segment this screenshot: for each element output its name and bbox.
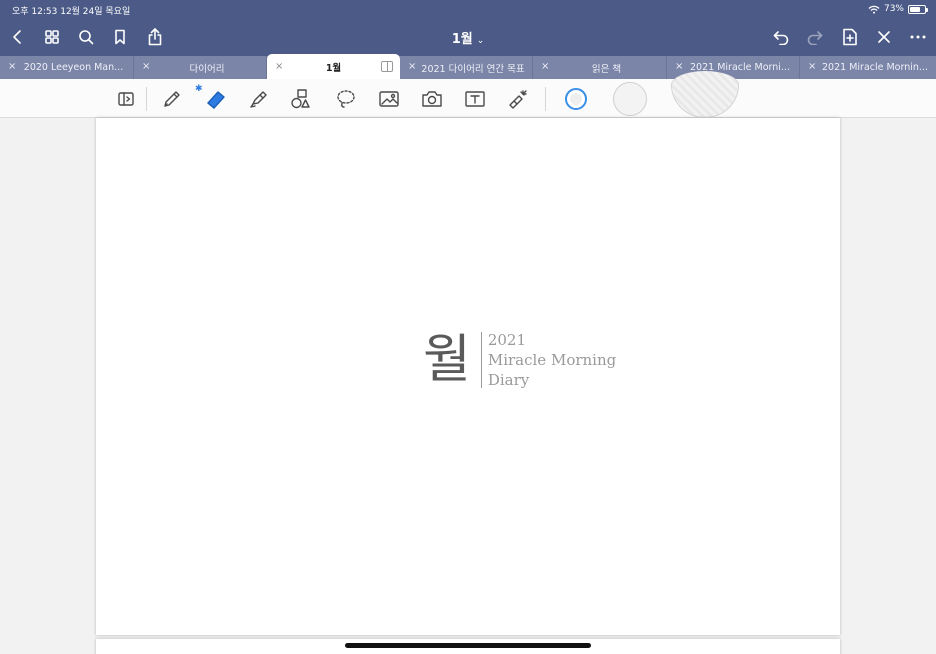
tab-close-icon[interactable]: × xyxy=(408,61,416,72)
nav-bar: 1월 ⌄ xyxy=(0,22,936,52)
tab-close-icon[interactable]: × xyxy=(275,61,283,72)
tab-bar: × 2020 Leeyeon Man... × 다이어리 × 1월 × 2021… xyxy=(0,54,936,79)
status-bar: 오후 12:53 12월 24일 목요일 73% xyxy=(0,0,936,18)
battery-icon xyxy=(908,4,928,14)
logo-text: 2021 Miracle Morning Diary xyxy=(488,330,616,390)
battery-percent: 73% xyxy=(883,4,904,14)
lasso-icon xyxy=(337,90,355,108)
undo-button[interactable] xyxy=(769,25,793,49)
chevron-left-icon xyxy=(13,30,21,44)
search-icon xyxy=(79,30,94,45)
eraser-size-small[interactable] xyxy=(565,88,587,110)
tab-label: 2021 다이어리 연간 목표 xyxy=(421,63,525,75)
tab-label: 2021 Miracle Morni... xyxy=(690,62,790,73)
add-page-button[interactable] xyxy=(838,25,862,49)
shape-tool[interactable] xyxy=(290,87,314,111)
tab-0[interactable]: × 2020 Leeyeon Man... xyxy=(0,56,134,79)
toolbar-divider xyxy=(146,87,147,111)
tab-label: 2021 Miracle Mornin... xyxy=(822,62,928,73)
bookmark-button[interactable] xyxy=(108,25,132,49)
logo-year: 2021 xyxy=(487,331,527,349)
more-icon xyxy=(910,35,926,39)
tab-4[interactable]: × 읽은 책 xyxy=(533,56,667,79)
tab-close-icon[interactable]: × xyxy=(142,61,150,72)
tab-close-icon[interactable]: × xyxy=(8,61,16,72)
shapes-icon xyxy=(291,89,310,109)
split-view-icon[interactable] xyxy=(381,61,393,72)
read-only-toggle-button[interactable] xyxy=(114,87,138,111)
redo-icon xyxy=(807,31,823,45)
size-swatch xyxy=(570,93,582,105)
image-icon xyxy=(379,91,399,107)
battery-fill xyxy=(910,6,921,12)
document-title[interactable]: 1월 ⌄ xyxy=(452,32,485,47)
camera-tool[interactable] xyxy=(420,87,444,111)
add-page-icon xyxy=(843,28,857,46)
tab-label: 2020 Leeyeon Man... xyxy=(23,62,124,73)
highlighter-icon xyxy=(250,91,267,108)
eraser-tool[interactable] xyxy=(204,87,228,111)
eraser-size-medium[interactable] xyxy=(613,82,647,116)
status-time-date: 오후 12:53 12월 24일 목요일 xyxy=(12,7,131,17)
more-button[interactable] xyxy=(906,25,930,49)
camera-icon xyxy=(422,91,442,107)
title-wrap: 1월 ⌄ xyxy=(0,28,936,47)
notebook-page[interactable]: 월 2021 Miracle Morning Diary xyxy=(96,118,840,635)
logo-character: 월 xyxy=(423,330,471,390)
tab-label: 다이어리 xyxy=(189,63,225,75)
image-tool[interactable] xyxy=(377,87,401,111)
tab-1[interactable]: × 다이어리 xyxy=(134,56,267,79)
thumbnails-button[interactable] xyxy=(40,25,64,49)
eraser-size-large[interactable] xyxy=(671,71,739,118)
undo-icon xyxy=(773,31,789,45)
tab-6[interactable]: × 2021 Miracle Mornin... xyxy=(800,56,936,79)
tab-label: 읽은 책 xyxy=(591,63,622,75)
drawing-toolbar: ✱ xyxy=(0,71,936,118)
logo-divider xyxy=(480,332,482,388)
close-icon xyxy=(878,31,890,43)
tab-close-icon[interactable]: × xyxy=(541,61,549,72)
tab-3[interactable]: × 2021 다이어리 연간 목표 xyxy=(400,56,533,79)
tab-2-active[interactable]: × 1월 xyxy=(267,54,400,79)
text-tool[interactable] xyxy=(463,87,487,111)
close-button[interactable] xyxy=(872,25,896,49)
read-mode-icon xyxy=(118,92,134,106)
back-button[interactable] xyxy=(5,25,29,49)
highlighter-tool[interactable] xyxy=(247,87,271,111)
toolbar-divider xyxy=(545,87,546,111)
laser-pointer-tool[interactable] xyxy=(506,87,530,111)
tab-close-icon[interactable]: × xyxy=(675,61,683,72)
lasso-tool[interactable] xyxy=(334,87,358,111)
text-box-icon xyxy=(465,91,485,107)
bookmark-icon xyxy=(115,29,125,45)
eraser-icon xyxy=(207,91,225,109)
bluetooth-icon: ✱ xyxy=(195,84,203,94)
share-button[interactable] xyxy=(143,25,167,49)
grid-icon xyxy=(45,30,59,44)
share-icon xyxy=(148,28,162,46)
pen-icon xyxy=(164,91,180,107)
wifi-icon xyxy=(868,5,880,14)
tab-close-icon[interactable]: × xyxy=(808,61,816,72)
home-indicator[interactable] xyxy=(345,643,591,648)
search-button[interactable] xyxy=(74,25,98,49)
logo-line3: Diary xyxy=(487,371,530,389)
chevron-down-icon: ⌄ xyxy=(476,36,485,46)
status-right: 73% xyxy=(868,4,928,14)
cover-logo: 월 2021 Miracle Morning Diary xyxy=(423,330,616,390)
redo-button[interactable] xyxy=(803,25,827,49)
top-bar: 오후 12:53 12월 24일 목요일 73% 1월 ⌄ xyxy=(0,0,936,56)
logo-line2: Miracle Morning xyxy=(487,351,617,369)
document-title-text: 1월 xyxy=(451,32,473,47)
pen-tool[interactable] xyxy=(160,87,184,111)
laser-pointer-icon xyxy=(509,90,527,109)
